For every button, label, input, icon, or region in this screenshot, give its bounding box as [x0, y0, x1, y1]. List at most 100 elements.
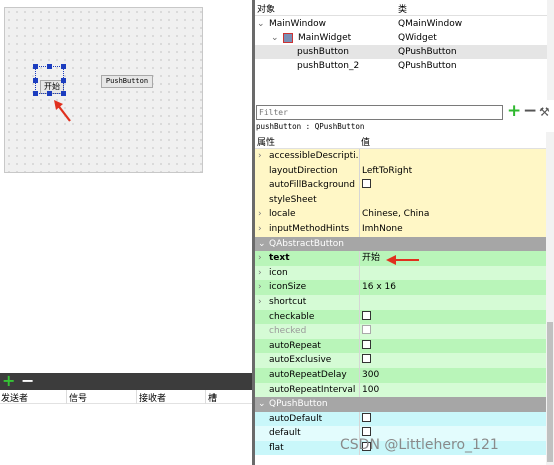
header-sender[interactable]: 发送者: [1, 391, 28, 404]
property-value: [359, 324, 546, 339]
property-name: locale: [269, 209, 296, 220]
header-receiver[interactable]: 接收者: [139, 391, 166, 404]
property-editor: + − ⚒ pushButton : QPushButton 属性 值 › acc…: [255, 100, 554, 465]
design-canvas[interactable]: 开始 PushButton: [0, 0, 253, 373]
header-class[interactable]: 类: [398, 2, 407, 15]
property-group-header[interactable]: ⌄ QAbstractButton: [255, 236, 546, 252]
property-name: layoutDirection: [269, 165, 338, 176]
property-value[interactable]: Chinese, China: [359, 207, 546, 222]
property-value[interactable]: [359, 265, 546, 281]
property-name: autoExclusive: [269, 355, 332, 366]
property-row[interactable]: autoRepeat: [255, 338, 546, 354]
object-inspector-header: 对象 类: [255, 0, 554, 16]
property-name: icon: [269, 267, 288, 278]
object-inspector-scrollbar[interactable]: [547, 0, 554, 100]
property-checkbox[interactable]: [362, 412, 371, 422]
property-name: QPushButton: [269, 399, 328, 410]
header-value[interactable]: 值: [361, 135, 370, 148]
property-checkbox[interactable]: [362, 310, 371, 320]
header-slot[interactable]: 槽: [208, 391, 217, 404]
property-row[interactable]: layoutDirection LeftToRight: [255, 163, 546, 179]
expand-arrow-icon[interactable]: ›: [258, 207, 262, 222]
property-name: QAbstractButton: [269, 238, 345, 249]
expand-arrow-icon[interactable]: ›: [258, 295, 262, 310]
property-scrollbar[interactable]: [546, 132, 554, 465]
header-signal[interactable]: 信号: [69, 391, 87, 404]
push-button-2[interactable]: PushButton: [101, 75, 153, 88]
property-row[interactable]: › locale Chinese, China: [255, 207, 546, 222]
property-row[interactable]: styleSheet: [255, 192, 546, 208]
collapse-arrow-icon[interactable]: ⌄: [258, 237, 266, 252]
property-row[interactable]: autoDefault: [255, 411, 546, 427]
expand-arrow-icon[interactable]: ›: [258, 251, 262, 266]
tree-row-mainwindow[interactable]: ⌄ MainWindow QMainWindow: [255, 17, 547, 31]
expand-arrow-icon[interactable]: ›: [258, 222, 262, 237]
property-scrollbar-thumb[interactable]: [547, 322, 553, 462]
property-value[interactable]: [359, 149, 546, 164]
property-checkbox[interactable]: [362, 179, 371, 189]
property-checkbox[interactable]: [362, 354, 371, 364]
property-name: checked: [269, 326, 307, 337]
property-value: [359, 338, 546, 354]
property-row[interactable]: › inputMethodHints ImhNone: [255, 221, 546, 237]
tree-row-mainwidget[interactable]: ⌄ MainWidget QWidget: [255, 31, 547, 45]
property-value[interactable]: [359, 294, 546, 310]
property-value[interactable]: [359, 192, 546, 208]
collapse-arrow-icon[interactable]: ⌄: [271, 31, 279, 45]
signal-slot-toolbar: + −: [0, 373, 253, 390]
tree-row-pushbutton-2[interactable]: pushButton_2 QPushButton: [255, 59, 547, 73]
property-name: shortcut: [269, 296, 307, 307]
property-value: [359, 309, 546, 325]
add-connection-icon[interactable]: +: [2, 373, 15, 389]
property-value[interactable]: 16 x 16: [359, 280, 546, 295]
property-checkbox[interactable]: [362, 427, 371, 437]
property-name: inputMethodHints: [269, 223, 350, 234]
property-row[interactable]: checked: [255, 324, 546, 339]
property-value: [359, 411, 546, 427]
property-row[interactable]: autoRepeatDelay 300: [255, 367, 546, 383]
property-row[interactable]: autoRepeatInterval 100: [255, 382, 546, 398]
property-row[interactable]: autoFillBackground: [255, 178, 546, 193]
property-table[interactable]: 属性 值 › accessibleDescripti... layoutDirect…: [255, 132, 546, 465]
property-value[interactable]: ImhNone: [359, 221, 546, 237]
signal-slot-header: 发送者 信号 接收者 槽: [0, 390, 253, 404]
property-row[interactable]: autoExclusive: [255, 353, 546, 368]
header-property[interactable]: 属性: [257, 135, 275, 148]
property-value[interactable]: LeftToRight: [359, 163, 546, 179]
remove-connection-icon[interactable]: −: [21, 373, 34, 389]
expand-arrow-icon[interactable]: ›: [258, 266, 262, 281]
configure-icon[interactable]: ⚒: [539, 104, 550, 120]
property-row[interactable]: checkable: [255, 309, 546, 325]
tree-row-pushbutton[interactable]: pushButton QPushButton: [255, 45, 547, 59]
property-row[interactable]: › icon: [255, 265, 546, 281]
property-name: accessibleDescripti...: [269, 151, 359, 161]
property-value[interactable]: 300: [359, 367, 546, 383]
property-group-header[interactable]: ⌄ QPushButton: [255, 397, 546, 412]
property-name: autoRepeatInterval: [269, 384, 356, 395]
property-name: checkable: [269, 311, 315, 322]
remove-dynamic-property-icon[interactable]: −: [523, 102, 537, 120]
property-value: [359, 178, 546, 193]
object-inspector[interactable]: 对象 类 ⌄ MainWindow QMainWindow ⌄ MainWidg…: [255, 0, 554, 100]
watermark: CSDN @Littlehero_121: [340, 437, 499, 453]
expand-arrow-icon[interactable]: ›: [258, 280, 262, 295]
collapse-arrow-icon[interactable]: ⌄: [257, 17, 265, 31]
property-filter-bar: + − ⚒: [255, 102, 554, 121]
collapse-arrow-icon[interactable]: ⌄: [258, 397, 266, 412]
property-name: autoRepeat: [269, 340, 321, 351]
property-value: [359, 353, 546, 368]
expand-arrow-icon[interactable]: ›: [258, 149, 262, 164]
property-value[interactable]: 100: [359, 382, 546, 398]
property-row[interactable]: › iconSize 16 x 16: [255, 280, 546, 295]
property-name: autoRepeatDelay: [269, 369, 347, 380]
property-editor-object-label: pushButton : QPushButton: [256, 122, 365, 131]
property-row[interactable]: › shortcut: [255, 294, 546, 310]
signal-slot-table[interactable]: 发送者 信号 接收者 槽: [0, 390, 253, 465]
header-object[interactable]: 对象: [257, 2, 275, 15]
property-rows: › accessibleDescripti... layoutDirection Le…: [255, 149, 546, 456]
property-row[interactable]: › accessibleDescripti...: [255, 149, 546, 164]
property-filter-input[interactable]: [256, 105, 503, 120]
form-preview[interactable]: 开始 PushButton: [4, 7, 203, 173]
add-dynamic-property-icon[interactable]: +: [507, 102, 521, 120]
property-checkbox[interactable]: [362, 339, 371, 349]
